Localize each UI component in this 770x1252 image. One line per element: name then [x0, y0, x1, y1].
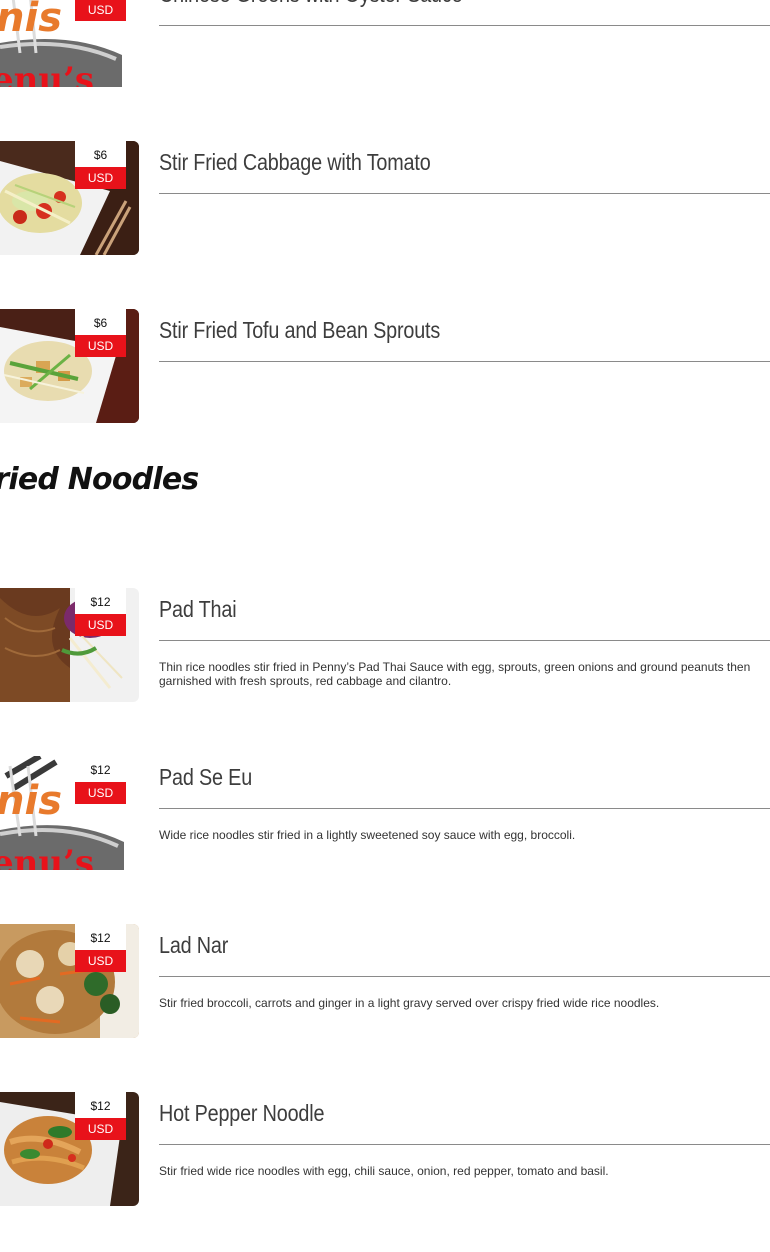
currency: USD	[75, 167, 126, 189]
price: $12	[75, 756, 126, 782]
menu-item[interactable]: $12 USD Pad Thai Thin rice noodles stir …	[0, 588, 770, 702]
currency: USD	[75, 1118, 126, 1140]
menu-item[interactable]: $6 USD Stir Fried Tofu and Bean Sprouts	[0, 309, 770, 423]
item-description: Thin rice noodles stir fried in Penny’s …	[159, 660, 751, 688]
divider	[159, 640, 770, 641]
divider	[159, 361, 770, 362]
price: $12	[75, 588, 126, 614]
logo-text-bottom: enu’s	[0, 60, 94, 87]
logo-text-top: nis	[0, 0, 62, 41]
item-title[interactable]: Pad Se Eu	[159, 764, 252, 791]
item-title[interactable]: Chinese Greens with Oyster Sauce	[159, 0, 463, 8]
divider	[159, 25, 770, 26]
section-title: Fried Noodles	[0, 462, 199, 497]
item-title[interactable]: Pad Thai	[159, 596, 237, 623]
divider	[159, 1144, 770, 1145]
currency: USD	[75, 782, 126, 804]
logo-text-bottom: enu’s	[0, 843, 94, 870]
price: $6	[75, 141, 126, 167]
item-description: Stir fried wide rice noodles with egg, c…	[159, 1164, 609, 1178]
divider	[159, 193, 770, 194]
currency: USD	[75, 950, 126, 972]
item-description: Wide rice noodles stir fried in a lightl…	[159, 828, 576, 842]
currency: USD	[75, 0, 126, 21]
menu-item[interactable]: $12 USD Lad Nar Stir fried broccoli, car…	[0, 924, 770, 1038]
price: $12	[75, 924, 126, 950]
menu-item[interactable]: $12 USD Hot Pepper Noodle Stir fried wid…	[0, 1092, 770, 1206]
item-title[interactable]: Lad Nar	[159, 932, 228, 959]
divider	[159, 976, 770, 977]
logo-text-top: nis	[0, 778, 62, 824]
currency: USD	[75, 335, 126, 357]
item-title[interactable]: Stir Fried Tofu and Bean Sprouts	[159, 317, 440, 344]
price: $12	[75, 1092, 126, 1118]
item-description: Stir fried broccoli, carrots and ginger …	[159, 996, 660, 1010]
item-title[interactable]: Stir Fried Cabbage with Tomato	[159, 149, 431, 176]
menu-item[interactable]: nis enu’s $12 USD Pad Se Eu Wide rice no…	[0, 756, 770, 870]
item-title[interactable]: Hot Pepper Noodle	[159, 1100, 324, 1127]
menu-item[interactable]: $6 USD Stir Fried Cabbage with Tomato	[0, 141, 770, 255]
divider	[159, 808, 770, 809]
menu-item[interactable]: nis enu’s USD Chinese Greens with Oyster…	[0, 0, 770, 87]
price: $6	[75, 309, 126, 335]
currency: USD	[75, 614, 126, 636]
